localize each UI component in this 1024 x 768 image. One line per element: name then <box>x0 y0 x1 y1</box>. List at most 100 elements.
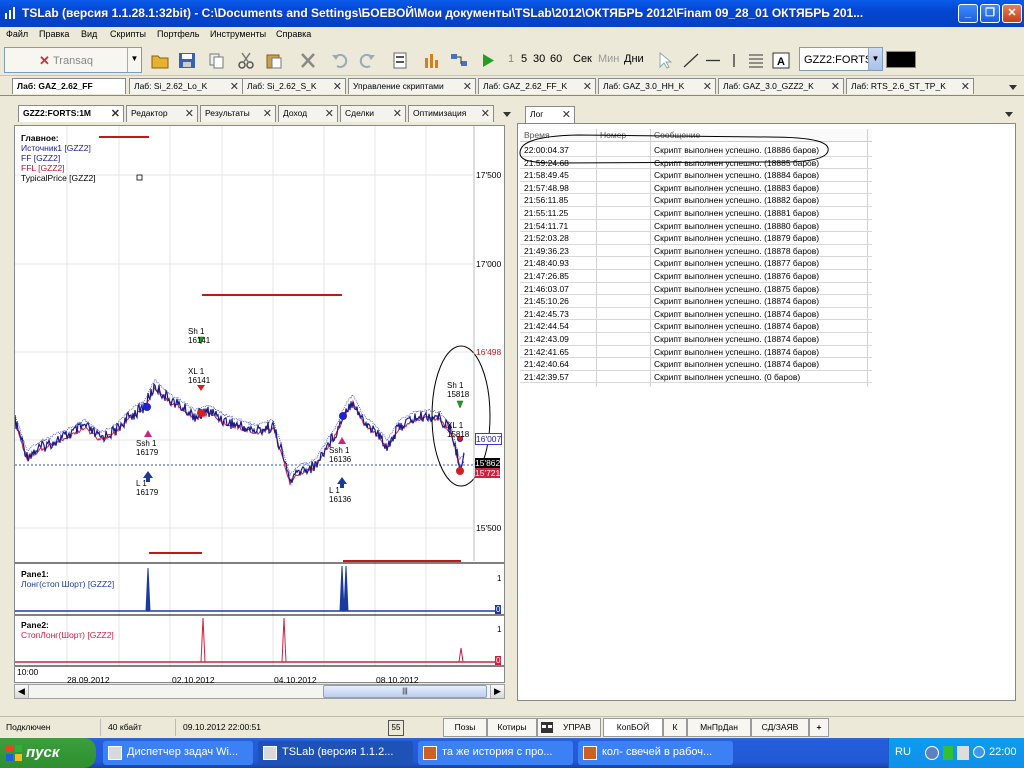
log-row[interactable]: 21:58:49.45 Скрипт выполнен успешно. (188… <box>520 169 872 182</box>
maximize-button[interactable]: ❐ <box>980 4 1000 23</box>
subtab-results[interactable]: Результаты ✕ <box>200 105 276 122</box>
price-chart[interactable]: Главное: Источник1 [GZZ2] FF [GZZ2] FFL … <box>14 125 505 685</box>
network-icon[interactable] <box>450 52 468 69</box>
log-row[interactable]: 21:54:11.71 Скрипт выполнен успешно. (188… <box>520 220 872 233</box>
doc-tab-script-manager[interactable]: Управление скриптами ✕ <box>348 78 476 94</box>
menu-tools[interactable]: Инструменты <box>210 29 266 39</box>
scroll-right-icon[interactable]: ▶ <box>490 685 504 698</box>
bottom-tab-quotes[interactable]: Котиры <box>487 718 537 737</box>
menu-help[interactable]: Справка <box>276 29 311 39</box>
subtab-income[interactable]: Доход ✕ <box>278 105 338 122</box>
chart-scrollbar[interactable]: ◀ ||| ▶ <box>14 684 505 699</box>
bottom-tab-control[interactable]: УПРАВ <box>537 718 601 737</box>
menu-portfolio[interactable]: Портфель <box>157 29 199 39</box>
doc-tab-si-lo[interactable]: Лаб: Si_2.62_Lo_K ✕ <box>129 78 243 94</box>
close-icon[interactable]: ✕ <box>111 107 120 120</box>
close-icon[interactable]: ✕ <box>703 80 712 93</box>
interval-60[interactable]: 60 <box>550 53 562 65</box>
menu-scripts[interactable]: Скрипты <box>110 29 146 39</box>
close-icon[interactable]: ✕ <box>463 80 472 93</box>
log-row[interactable]: 21:42:45.73 Скрипт выполнен успешно. (188… <box>520 308 872 321</box>
log-row[interactable]: 21:42:39.57 Скрипт выполнен успешно. (0 б… <box>520 371 872 384</box>
chevron-down-icon[interactable]: ▼ <box>868 48 882 70</box>
close-icon[interactable]: ✕ <box>325 107 334 120</box>
properties-icon[interactable] <box>391 52 409 69</box>
log-row[interactable]: 21:42:41.65 Скрипт выполнен успешно. (188… <box>520 346 872 359</box>
subtab-chart[interactable]: GZZ2:FORTS:1M ✕ <box>18 105 124 122</box>
start-button[interactable]: пуск <box>0 738 96 768</box>
undo-icon[interactable] <box>331 52 349 69</box>
log-row[interactable]: 21:42:44.54 Скрипт выполнен успешно. (188… <box>520 320 872 333</box>
tray-status-icon[interactable] <box>973 746 985 758</box>
tab-log[interactable]: Лог ✕ <box>525 106 575 123</box>
log-row[interactable]: 21:56:11.85 Скрипт выполнен успешно. (188… <box>520 194 872 207</box>
cursor-icon[interactable] <box>656 52 674 69</box>
delete-icon[interactable] <box>299 52 317 69</box>
menu-edit[interactable]: Правка <box>39 29 69 39</box>
subtab-trades[interactable]: Сделки ✕ <box>340 105 406 122</box>
open-folder-icon[interactable] <box>151 52 169 69</box>
close-icon[interactable]: ✕ <box>961 80 970 93</box>
taskbar-task-manager[interactable]: Диспетчер задач Wi... <box>103 741 253 765</box>
interval-1[interactable]: 1 <box>508 53 514 65</box>
vertical-line-icon[interactable] <box>725 52 743 69</box>
bottom-tab-add[interactable]: + <box>809 718 829 737</box>
subtab-optimization[interactable]: Оптимизация ✕ <box>408 105 494 122</box>
symbol-selector[interactable]: GZZ2:FORTS ▼ <box>799 47 883 71</box>
scroll-thumb[interactable]: ||| <box>323 685 487 698</box>
save-icon[interactable] <box>178 52 196 69</box>
menu-view[interactable]: Вид <box>81 29 97 39</box>
redo-icon[interactable] <box>358 52 376 69</box>
log-row[interactable]: 21:46:03.07 Скрипт выполнен успешно. (188… <box>520 283 872 296</box>
log-row[interactable]: 21:45:10.26 Скрипт выполнен успешно. (188… <box>520 295 872 308</box>
line-tool-icon[interactable] <box>682 52 700 69</box>
doc-tab-gaz-hh[interactable]: Лаб: GAZ_3.0_HH_K ✕ <box>598 78 716 94</box>
bottom-tab-kopboy[interactable]: КопБОЙ <box>603 718 663 737</box>
bottom-tab-k[interactable]: К <box>663 718 687 737</box>
taskbar-browser-2[interactable]: кол- свечей в рабоч... <box>578 741 733 765</box>
tab-menu-icon[interactable] <box>1008 82 1018 92</box>
close-icon[interactable]: ✕ <box>481 107 490 120</box>
interval-30[interactable]: 30 <box>533 53 545 65</box>
horizontal-line-icon[interactable] <box>704 52 722 69</box>
play-icon[interactable] <box>479 52 497 69</box>
interval-5[interactable]: 5 <box>521 53 527 65</box>
taskbar-browser-1[interactable]: та же история с про... <box>418 741 573 765</box>
connection-selector[interactable]: ✕ Transaq ▼ <box>4 47 142 73</box>
back-arrow-icon[interactable] <box>925 746 939 760</box>
log-row[interactable]: 21:52:03.28 Скрипт выполнен успешно. (188… <box>520 232 872 245</box>
tab-menu-icon[interactable] <box>1004 109 1014 119</box>
cut-icon[interactable] <box>237 52 255 69</box>
bottom-tab-mnprdan[interactable]: МнПрДан <box>687 718 751 737</box>
close-icon[interactable]: ✕ <box>333 80 342 93</box>
doc-tab-gaz-ff-k[interactable]: Лаб: GAZ_2.62_FF_K ✕ <box>478 78 596 94</box>
interval-days[interactable]: Дни <box>624 53 644 65</box>
close-icon[interactable]: ✕ <box>562 108 571 121</box>
language-indicator[interactable]: RU <box>895 746 911 758</box>
interval-min[interactable]: Мин <box>598 53 619 65</box>
taskbar-tslab[interactable]: TSLab (версия 1.1.2... <box>258 741 413 765</box>
log-row[interactable]: 21:42:40.64 Скрипт выполнен успешно. (188… <box>520 358 872 371</box>
chevron-down-icon[interactable]: ▼ <box>127 48 141 72</box>
close-icon[interactable]: ✕ <box>185 107 194 120</box>
interval-sec[interactable]: Сек <box>573 53 592 65</box>
bottom-tab-sd-zayav[interactable]: СД/ЗАЯВ <box>751 718 809 737</box>
tab-menu-icon[interactable] <box>502 109 512 119</box>
color-picker[interactable] <box>886 51 916 68</box>
close-icon[interactable]: ✕ <box>230 80 239 93</box>
paste-icon[interactable] <box>265 52 283 69</box>
bottom-tab-positions[interactable]: Позы <box>443 718 487 737</box>
network-tray-icon[interactable] <box>943 746 953 760</box>
log-row[interactable]: 21:49:36.23 Скрипт выполнен успешно. (188… <box>520 245 872 258</box>
close-icon[interactable]: ✕ <box>393 107 402 120</box>
doc-tab-rts[interactable]: Лаб: RTS_2.6_ST_TP_K ✕ <box>846 78 974 94</box>
copy-icon[interactable] <box>208 52 226 69</box>
text-tool-icon[interactable]: A <box>772 52 790 69</box>
log-row[interactable]: 21:57:48.98 Скрипт выполнен успешно. (188… <box>520 182 872 195</box>
menu-file[interactable]: Файл <box>6 29 28 39</box>
fibonacci-icon[interactable] <box>747 52 765 69</box>
log-row[interactable]: 21:42:43.09 Скрипт выполнен успешно. (188… <box>520 333 872 346</box>
app-tray-icon[interactable] <box>957 746 969 760</box>
doc-tab-gaz-gzz2[interactable]: Лаб: GAZ_3.0_GZZ2_K ✕ <box>718 78 844 94</box>
log-row[interactable]: 21:48:40.93 Скрипт выполнен успешно. (188… <box>520 257 872 270</box>
